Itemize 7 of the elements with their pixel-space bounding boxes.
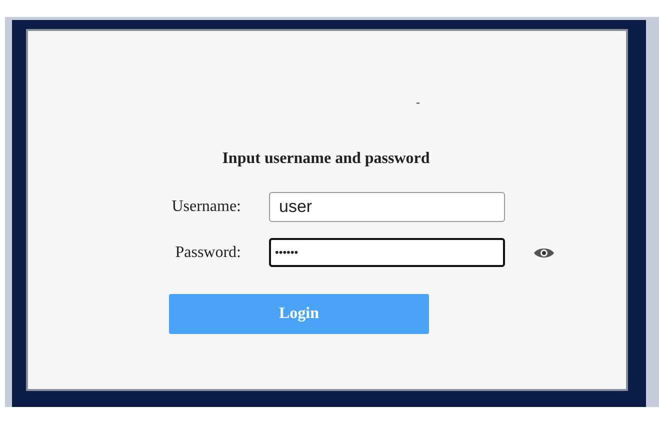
eye-icon[interactable] — [533, 246, 555, 260]
username-field[interactable]: user — [269, 192, 505, 222]
field-label: Username: — [172, 198, 241, 216]
field-label: Password: — [175, 244, 241, 262]
dash-text: - — [416, 95, 420, 110]
password-field[interactable]: •••••• — [269, 238, 505, 267]
login-heading: Input username and password — [222, 150, 430, 168]
